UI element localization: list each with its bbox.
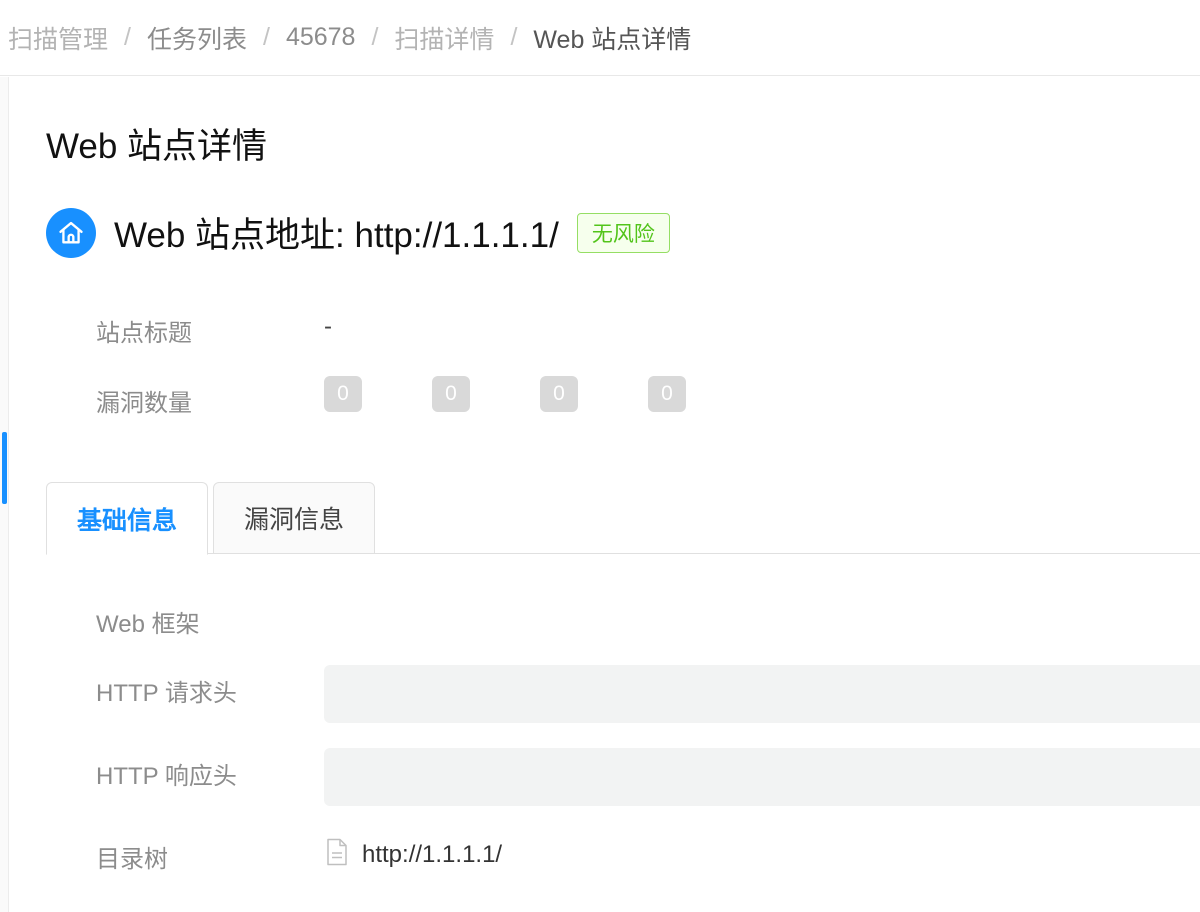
file-icon: [326, 838, 348, 871]
site-title-label: 站点标题: [96, 320, 192, 347]
breadcrumb-separator: /: [510, 23, 518, 51]
breadcrumb-current-page: Web 站点详情: [533, 25, 692, 54]
vuln-count-badge: 0: [432, 376, 470, 412]
detail-tabs: 漏洞信息 基础信息: [46, 482, 1200, 555]
vuln-count-label: 漏洞数量: [96, 390, 192, 417]
risk-status-badge: 无风险: [576, 212, 670, 253]
response-header-label: HTTP 响应头: [96, 763, 237, 790]
vuln-count-badge: 0: [648, 376, 686, 412]
site-title-value: -: [324, 313, 332, 340]
dir-tree-label: 目录树: [96, 846, 168, 873]
tab-basic-info[interactable]: 基础信息: [46, 482, 208, 555]
request-header-label: HTTP 请求头: [96, 680, 237, 707]
breadcrumb: 扫描管理 / 任务列表 / 45678 / 扫描详情 / Web 站点详情: [0, 0, 1200, 76]
dir-tree-node[interactable]: http://1.1.1.1/: [326, 838, 502, 871]
web-framework-label: Web 框架: [96, 611, 200, 638]
breadcrumb-separator: /: [262, 23, 270, 51]
breadcrumb-task-list[interactable]: 任务列表: [147, 20, 247, 56]
vuln-count-badge: 0: [324, 376, 362, 412]
tab-vuln-info[interactable]: 漏洞信息: [213, 482, 375, 554]
breadcrumb-task-id[interactable]: 45678: [286, 23, 356, 52]
site-address: Web 站点地址: http://1.1.1.1/: [114, 216, 559, 255]
request-header-field: [324, 665, 1200, 723]
dir-tree-node-label[interactable]: http://1.1.1.1/: [362, 841, 502, 869]
breadcrumb-scan-details[interactable]: 扫描详情: [394, 20, 494, 56]
response-header-field: [324, 748, 1200, 806]
breadcrumb-separator: /: [371, 23, 379, 51]
left-rail-active-indicator: [2, 432, 7, 504]
page-title: Web 站点详情: [46, 127, 268, 166]
home-icon: [46, 207, 96, 258]
breadcrumb-scan-management[interactable]: 扫描管理: [8, 20, 108, 56]
left-rail: [0, 77, 9, 912]
breadcrumb-separator: /: [124, 23, 131, 51]
site-address-row: Web 站点地址: http://1.1.1.1/ 无风险: [46, 207, 670, 258]
vuln-count-badge: 0: [540, 376, 578, 412]
